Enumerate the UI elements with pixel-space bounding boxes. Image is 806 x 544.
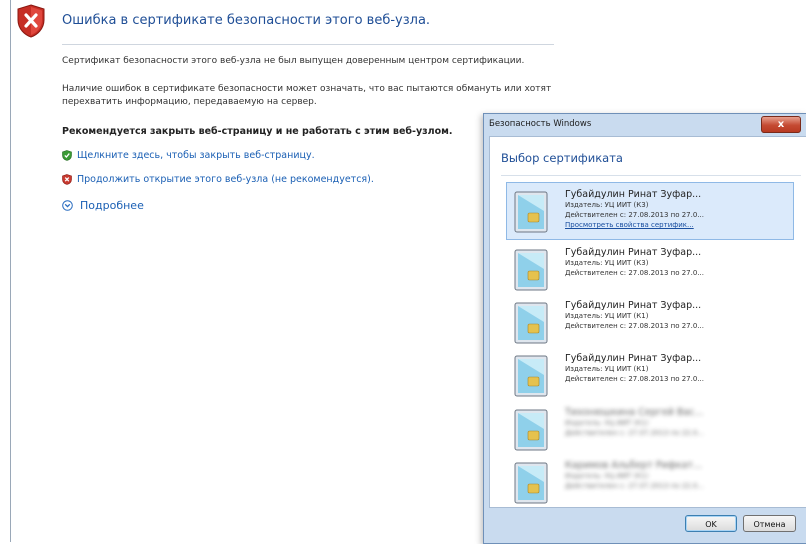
title-divider bbox=[62, 44, 554, 45]
more-info-toggle[interactable]: Подробнее bbox=[62, 199, 144, 212]
close-page-link-label: Щелкните здесь, чтобы закрыть веб-страни… bbox=[77, 150, 315, 161]
certificate-issuer: Издатель: УЦ ИИТ (К1) bbox=[565, 419, 649, 427]
dialog-footer: OK Отмена bbox=[489, 507, 806, 543]
certificate-item[interactable]: Тихонюшкина Сергей Вас... Издатель: УЦ И… bbox=[506, 400, 794, 458]
certificate-validity: Действителен с: 27.08.2013 по 27.0... bbox=[565, 211, 704, 219]
certificate-item[interactable]: Губайдулин Ринат Зуфар... Издатель: УЦ И… bbox=[506, 293, 794, 351]
certificate-card-icon bbox=[514, 191, 548, 233]
windows-security-dialog: Безопасность Windows x Выбор сертификата… bbox=[483, 113, 806, 544]
ok-button[interactable]: OK bbox=[685, 515, 737, 532]
view-certificate-properties-link[interactable]: Просмотреть свойства сертифик... bbox=[565, 220, 791, 231]
certificate-name: Каримов Альберт Рифкат... bbox=[565, 460, 703, 471]
certificate-item[interactable]: Губайдулин Ринат Зуфар... Издатель: УЦ И… bbox=[506, 182, 794, 240]
page-title: Ошибка в сертификате безопасности этого … bbox=[62, 13, 431, 28]
certificate-validity: Действителен с: 27.08.2013 по 27.0... bbox=[565, 269, 704, 277]
shield-check-icon bbox=[62, 150, 72, 161]
certificate-issuer: Издатель: УЦ ИИТ (К1) bbox=[565, 472, 649, 480]
dialog-close-button[interactable]: x bbox=[761, 116, 801, 133]
certificate-issuer: Издатель: УЦ ИИТ (К3) bbox=[565, 259, 649, 267]
shield-error-icon bbox=[17, 4, 45, 38]
continue-site-link-label: Продолжить открытие этого веб-узла (не р… bbox=[77, 174, 374, 185]
recommendation-text: Рекомендуется закрыть веб-страницу и не … bbox=[62, 126, 453, 137]
dialog-title: Безопасность Windows bbox=[489, 119, 592, 129]
certificate-card-icon bbox=[514, 355, 548, 397]
close-page-link[interactable]: Щелкните здесь, чтобы закрыть веб-страни… bbox=[62, 150, 315, 161]
certificate-name: Губайдулин Ринат Зуфар... bbox=[565, 353, 702, 364]
certificate-card-icon bbox=[514, 249, 548, 291]
certificate-validity: Действителен с: 27.07.2013 по 22.0... bbox=[565, 482, 704, 490]
error-description: Сертификат безопасности этого веб-узла н… bbox=[62, 56, 525, 66]
certificate-validity: Действителен с: 27.08.2013 по 27.0... bbox=[565, 322, 704, 330]
certificate-item[interactable]: Губайдулин Ринат Зуфар... Издатель: УЦ И… bbox=[506, 240, 794, 298]
heading-divider bbox=[501, 175, 801, 176]
dialog-heading: Выбор сертификата bbox=[501, 151, 623, 165]
certificate-name: Губайдулин Ринат Зуфар... bbox=[565, 189, 702, 200]
certificate-item[interactable]: Губайдулин Ринат Зуфар... Издатель: УЦ И… bbox=[506, 346, 794, 404]
certificate-name: Губайдулин Ринат Зуфар... bbox=[565, 300, 702, 311]
certificate-name: Тихонюшкина Сергей Вас... bbox=[565, 407, 704, 418]
error-explanation: Наличие ошибок в сертификате безопасност… bbox=[62, 84, 552, 107]
chevron-down-circle-icon bbox=[62, 200, 73, 211]
cancel-button[interactable]: Отмена bbox=[743, 515, 796, 532]
shield-x-icon bbox=[62, 174, 72, 185]
certificate-card-icon bbox=[514, 302, 548, 344]
certificate-validity: Действителен с: 27.08.2013 по 27.0... bbox=[565, 375, 704, 383]
certificate-issuer: Издатель: УЦ ИИТ (К1) bbox=[565, 312, 649, 320]
certificate-validity: Действителен с: 27.07.2013 по 22.0... bbox=[565, 429, 704, 437]
more-info-label: Подробнее bbox=[80, 199, 144, 212]
certificate-card-icon bbox=[514, 409, 548, 451]
certificate-name: Губайдулин Ринат Зуфар... bbox=[565, 247, 702, 258]
window-frame-edge bbox=[10, 0, 11, 542]
continue-site-link[interactable]: Продолжить открытие этого веб-узла (не р… bbox=[62, 174, 374, 185]
certificate-item[interactable]: Каримов Альберт Рифкат... Издатель: УЦ И… bbox=[506, 453, 794, 511]
certificate-issuer: Издатель: УЦ ИИТ (К1) bbox=[565, 365, 649, 373]
dialog-content: Выбор сертификата Губайдулин Ринат Зуфар… bbox=[489, 136, 806, 508]
certificate-card-icon bbox=[514, 462, 548, 504]
certificate-issuer: Издатель: УЦ ИИТ (К3) bbox=[565, 201, 649, 209]
